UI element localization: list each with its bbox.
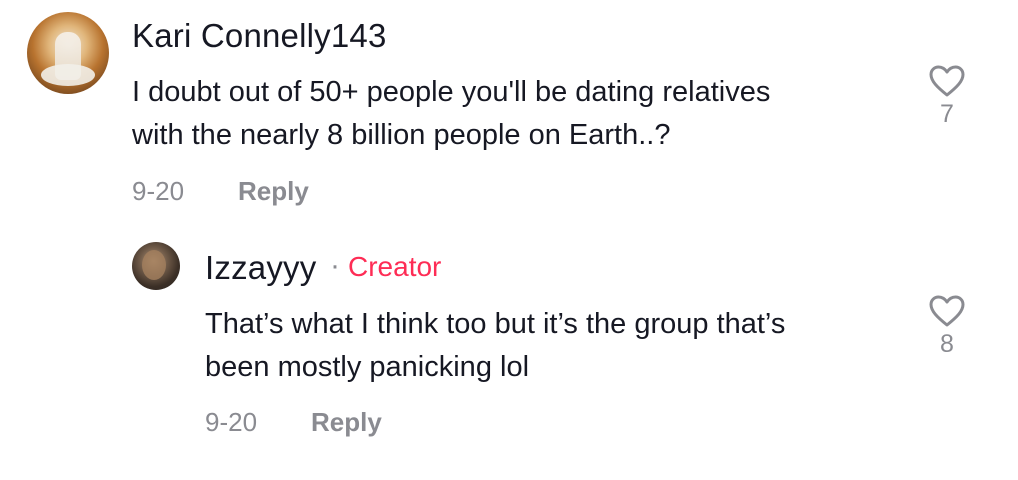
reply-button[interactable]: Reply (311, 407, 382, 438)
comment-date: 9-20 (132, 176, 185, 206)
reply-text-line: That’s what I think too but it’s the gro… (205, 308, 786, 340)
reply-date: 9-20 (205, 407, 258, 437)
reply-button[interactable]: Reply (238, 176, 309, 207)
reply-text-line: been mostly panicking lol (205, 351, 530, 383)
comment-text-line: I doubt out of 50+ people you'll be dati… (132, 76, 771, 108)
like-count: 7 (940, 100, 954, 128)
creator-badge: Creator (348, 251, 442, 282)
avatar-face (142, 250, 166, 280)
avatar-dress (41, 64, 95, 86)
heart-icon (927, 64, 967, 98)
heart-icon (927, 294, 967, 328)
separator-dot: · (330, 249, 340, 282)
like-button[interactable]: 7 (927, 64, 967, 129)
like-button[interactable]: 8 (927, 294, 967, 359)
avatar[interactable] (27, 12, 109, 94)
comment-username[interactable]: Kari Connelly143 (132, 17, 387, 55)
reply-username[interactable]: Izzayyy (205, 249, 316, 287)
comment-thread: Kari Connelly143 I doubt out of 50+ peop… (0, 0, 1018, 480)
comment-text-line: with the nearly 8 billion people on Eart… (132, 119, 671, 151)
avatar[interactable] (132, 242, 180, 290)
like-count: 8 (940, 330, 954, 358)
